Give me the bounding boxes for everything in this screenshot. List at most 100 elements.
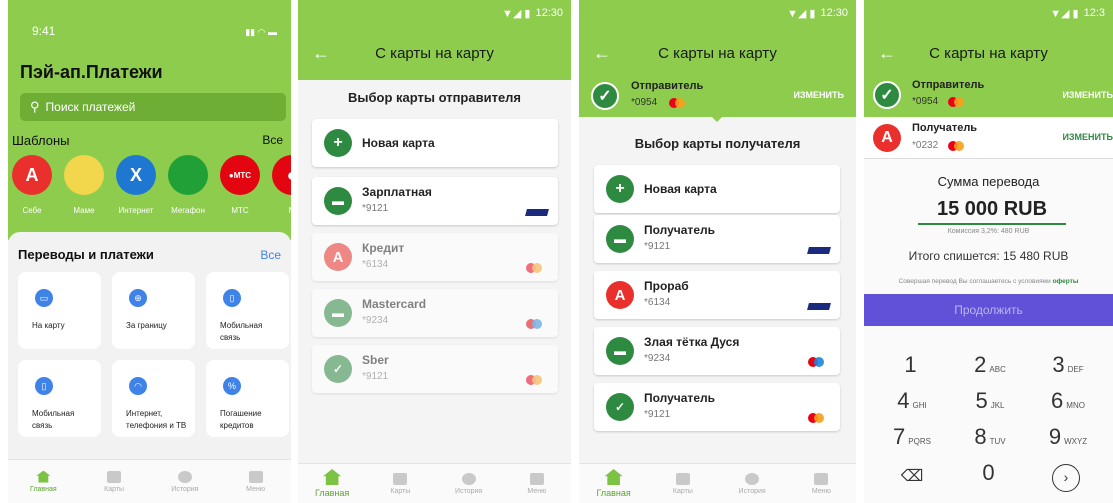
globe-icon: ⊕: [129, 289, 147, 307]
card-number: *9234: [644, 353, 671, 364]
back-arrow-icon[interactable]: ←: [878, 43, 896, 64]
transfer-tile[interactable]: ▭ На карту: [18, 272, 101, 349]
transfer-tile[interactable]: ⊕ За границу: [112, 272, 195, 349]
pointer-arrow: [709, 114, 725, 122]
tab-menu[interactable]: Меню: [787, 464, 856, 503]
history-icon: [177, 470, 192, 483]
tab-history[interactable]: История: [718, 464, 787, 503]
back-arrow-icon[interactable]: ←: [593, 43, 611, 64]
tab-menu[interactable]: Меню: [503, 464, 571, 503]
card-item[interactable]: ✓ Sber *9121: [312, 345, 558, 393]
transfer-tile-label: Мобильная связь: [32, 409, 75, 430]
back-arrow-icon[interactable]: ←: [312, 43, 330, 64]
plus-icon: +: [324, 129, 352, 157]
new-card-button[interactable]: + Новая карта: [312, 119, 558, 167]
tab-bar: Главная Карты История Меню: [579, 463, 856, 503]
keypad-key[interactable]: 8 TUV: [960, 424, 1020, 450]
keypad-key[interactable]: 5 JKL: [960, 388, 1020, 414]
keypad-key[interactable]: 0: [960, 460, 1020, 486]
sender-row: ✓ Отправитель *0954 ИЗМЕНИТЬ: [864, 75, 1113, 117]
keypad-key[interactable]: 7 PQRS: [882, 424, 942, 450]
sber-logo-icon: ✓: [324, 355, 352, 383]
sber-logo-icon: ✓: [873, 81, 901, 109]
keypad-key[interactable]: 4 GHI: [882, 388, 942, 414]
card-name: Злая тётка Дуся: [644, 335, 740, 349]
phone-icon: ▯: [35, 377, 53, 395]
keypad-key[interactable]: 9 WXYZ: [1038, 424, 1098, 450]
template-1[interactable]: А: [12, 155, 52, 195]
tab-menu[interactable]: Меню: [220, 460, 291, 503]
key-letters: DEF: [1067, 365, 1084, 374]
templates-all-link[interactable]: Все: [262, 133, 283, 147]
new-card-label: Новая карта: [644, 182, 717, 196]
card-number: *9121: [644, 241, 671, 252]
template-label: МТС: [231, 206, 249, 215]
backspace-icon[interactable]: ⌫: [882, 466, 942, 486]
card-item[interactable]: А Прораб *6134: [594, 271, 840, 319]
card-item[interactable]: А Кредит *6134: [312, 233, 558, 281]
visa-icon: [525, 209, 549, 216]
card-item[interactable]: ▬ Получатель *9121: [594, 215, 840, 263]
transfer-tile[interactable]: ▯ Мобильная связь: [18, 360, 101, 437]
template-label: Интернет: [118, 206, 154, 215]
card-item[interactable]: ▬ Злая тётка Дуся *9234: [594, 327, 840, 375]
tab-history[interactable]: История: [435, 464, 503, 503]
keypad-key[interactable]: 3 DEF: [1038, 352, 1098, 378]
status-bar: ▼◢ ▮ 12:30: [579, 0, 856, 26]
card-item[interactable]: ✓ Получатель *9121: [594, 383, 840, 431]
keypad-key[interactable]: 6 MNO: [1038, 388, 1098, 414]
card-name: Получатель: [644, 391, 715, 405]
key-letters: PQRS: [908, 437, 931, 446]
keypad-key[interactable]: 1: [882, 352, 942, 378]
change-recipient-button[interactable]: ИЗМЕНИТЬ: [1062, 132, 1113, 142]
template-2[interactable]: [64, 155, 104, 195]
amount-input[interactable]: 15 000 RUB: [918, 198, 1066, 225]
tab-history[interactable]: История: [150, 460, 221, 503]
transfer-tile[interactable]: % Погашение кредитов: [206, 360, 289, 437]
transfer-tile[interactable]: ◠ Интернет, телефония и ТВ: [112, 360, 195, 437]
continue-button[interactable]: Продолжить: [864, 294, 1113, 326]
change-sender-button[interactable]: ИЗМЕНИТЬ: [793, 90, 844, 100]
tab-cards[interactable]: Карты: [648, 464, 717, 503]
transfers-title: Переводы и платежи: [18, 247, 154, 262]
offer-link[interactable]: оферты: [1053, 278, 1079, 285]
search-icon: ⚲: [30, 99, 40, 114]
transfer-tile-label: На карту: [32, 321, 65, 330]
tab-cards[interactable]: Карты: [79, 460, 150, 503]
maestro-icon: [526, 319, 542, 329]
mastercard-icon: [948, 141, 964, 151]
tab-home[interactable]: Главная: [579, 464, 648, 503]
search-input[interactable]: ⚲ Поиск платежей: [20, 93, 286, 121]
history-icon: [461, 472, 476, 485]
amount-title: Сумма перевода: [937, 174, 1040, 189]
template-label: Мегафон: [171, 206, 205, 215]
new-card-button[interactable]: + Новая карта: [594, 165, 840, 213]
tab-cards[interactable]: Карты: [366, 464, 434, 503]
section-title: Выбор карты получателя: [634, 136, 801, 151]
template-label: Себе: [22, 206, 42, 215]
card-item[interactable]: ▬ Зарплатная *9121: [312, 177, 558, 225]
signal-icon: ▼◢ ▮: [502, 7, 531, 20]
card-number: *9121: [362, 371, 389, 382]
template-label: Маме: [73, 206, 95, 215]
next-icon[interactable]: ›: [1052, 464, 1080, 492]
tab-home[interactable]: Главная: [298, 464, 366, 503]
signal-icon: ▼◢ ▮: [1050, 7, 1079, 20]
key-letters: MNO: [1066, 401, 1085, 410]
keypad-key[interactable]: 2 ABC: [960, 352, 1020, 378]
transfer-tile-label: Погашение кредитов: [220, 409, 262, 430]
change-sender-button[interactable]: ИЗМЕНИТЬ: [1062, 90, 1113, 100]
cards-icon: [393, 472, 408, 485]
templates-title: Шаблоны: [12, 133, 70, 148]
template-4[interactable]: [168, 155, 208, 195]
template-5[interactable]: ●МТС: [220, 155, 260, 195]
template-3[interactable]: Х: [116, 155, 156, 195]
key-letters: WXYZ: [1064, 437, 1088, 446]
card-item[interactable]: ▬ Mastercard *9234: [312, 289, 558, 337]
status-bar: ▼◢ ▮ 12:30: [298, 0, 571, 26]
tab-home[interactable]: Главная: [8, 460, 79, 503]
card-number: *6134: [644, 297, 671, 308]
transfers-all-link[interactable]: Все: [260, 248, 281, 262]
card-name: Зарплатная: [362, 185, 432, 199]
transfer-tile[interactable]: ▯ Мобильная связь: [206, 272, 289, 349]
